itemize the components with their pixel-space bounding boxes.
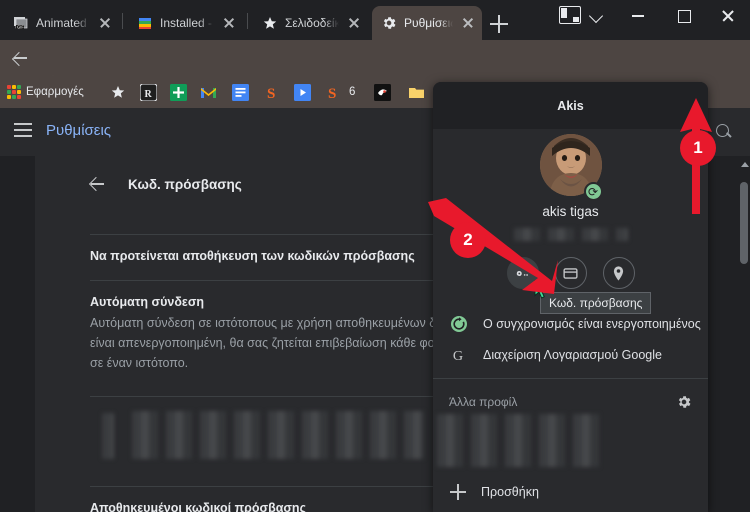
- media-control-icon[interactable]: [559, 6, 581, 24]
- close-icon[interactable]: [346, 15, 362, 31]
- hamburger-menu-icon[interactable]: [14, 123, 32, 137]
- tab-separator: [247, 13, 248, 29]
- page-title: Κωδ. πρόσβασης: [128, 176, 242, 192]
- page-scrollbar[interactable]: [738, 156, 750, 512]
- books-icon: [137, 15, 153, 31]
- svg-text:GIF: GIF: [17, 25, 24, 30]
- addresses-action-button[interactable]: [602, 257, 635, 289]
- apps-grid-icon: [7, 85, 21, 99]
- bookmark-item-skroutz[interactable]: S: [264, 82, 281, 102]
- minimize-button[interactable]: [615, 0, 660, 32]
- maximize-button[interactable]: [662, 0, 707, 32]
- back-arrow-icon[interactable]: [87, 174, 107, 194]
- plus-icon: [449, 483, 467, 501]
- sync-icon: [449, 314, 469, 334]
- skroutz-icon: S: [267, 86, 275, 101]
- google-g-icon: G: [449, 345, 469, 365]
- redacted-content: [132, 411, 424, 459]
- browser-window: GIF Animated G Installed - E: [0, 0, 750, 512]
- apps-label: Εφαρμογές: [26, 86, 84, 98]
- close-icon[interactable]: [460, 15, 476, 31]
- browser-toolbar: Chrome chrome://settings/... ★ IP X: [0, 40, 750, 112]
- close-window-button[interactable]: [705, 0, 750, 32]
- scroll-up-arrow[interactable]: [741, 162, 749, 167]
- r-icon: R: [140, 83, 157, 101]
- settings-title: Ρυθμίσεις: [46, 122, 112, 139]
- credit-card-icon: [563, 267, 578, 279]
- popup-divider: [433, 378, 708, 379]
- tab-separator: [122, 13, 123, 29]
- annotation-badge-1: 1: [680, 130, 716, 166]
- svg-text:S: S: [267, 86, 275, 101]
- manage-account-label: Διαχείριση Λογαριασμού Google: [483, 348, 662, 362]
- tab-animated-gif[interactable]: GIF Animated G: [4, 6, 119, 40]
- video-icon: [294, 83, 311, 101]
- profile-settings-gear-icon[interactable]: [676, 394, 692, 410]
- bookmark-item-star[interactable]: [110, 82, 126, 102]
- tab-label: Ρυθμίσεις -: [404, 16, 453, 30]
- annotation-arrow-2: [428, 198, 558, 294]
- new-tab-button[interactable]: [487, 12, 511, 36]
- svg-text:S: S: [328, 86, 336, 101]
- sheets-icon: [170, 83, 187, 101]
- apps-shortcut[interactable]: Εφαρμογές: [7, 82, 84, 102]
- skroutz-icon: S: [328, 86, 336, 101]
- location-pin-icon: [613, 265, 624, 281]
- add-profile-button[interactable]: Προσθήκη: [433, 478, 708, 506]
- tab-label: Σελιδοδείκ: [285, 16, 339, 30]
- bookmark-item-folder[interactable]: [408, 82, 425, 102]
- gif-icon: GIF: [13, 15, 29, 31]
- sync-icon: ⟳: [583, 182, 603, 201]
- gmail-icon: [201, 87, 216, 98]
- bookmark-item-ninja[interactable]: [374, 82, 391, 102]
- bookmark-label: 6: [349, 86, 356, 98]
- search-icon[interactable]: [716, 124, 732, 140]
- close-icon[interactable]: [221, 15, 237, 31]
- profile-header-title: Akis: [557, 98, 584, 113]
- redacted-content: [102, 413, 114, 459]
- other-profiles-label: Άλλα προφίλ: [449, 395, 518, 409]
- tab-label: Animated G: [36, 16, 90, 30]
- close-icon[interactable]: [97, 15, 113, 31]
- bookmark-item-gmail[interactable]: [200, 82, 217, 102]
- tab-settings[interactable]: Ρυθμίσεις -: [372, 6, 482, 40]
- other-profile-redacted[interactable]: [437, 414, 607, 467]
- tab-strip: GIF Animated G Installed - E: [0, 0, 750, 40]
- profile-popup-header: Akis: [433, 82, 708, 129]
- tab-installed[interactable]: Installed - E: [128, 6, 243, 40]
- bookmark-item-r[interactable]: R: [140, 82, 157, 102]
- doc-icon: [232, 83, 249, 101]
- gear-icon: [381, 15, 397, 31]
- svg-text:G: G: [452, 348, 462, 364]
- bookmark-item-keep[interactable]: [232, 82, 249, 102]
- folder-icon: [409, 87, 424, 98]
- tab-bookmarks[interactable]: Σελιδοδείκ: [253, 6, 368, 40]
- annotation-badge-2: 2: [450, 222, 486, 258]
- scrollbar-thumb[interactable]: [740, 182, 748, 264]
- tab-label: Installed - E: [160, 16, 214, 30]
- svg-text:R: R: [145, 88, 153, 99]
- bookmark-item-video[interactable]: [294, 82, 311, 102]
- ninja-icon: [374, 83, 391, 101]
- add-profile-label: Προσθήκη: [481, 485, 539, 499]
- bookmark-item-sheets[interactable]: [170, 82, 187, 102]
- manage-google-account-link[interactable]: G Διαχείριση Λογαριασμού Google: [433, 340, 708, 370]
- star-icon: [262, 15, 278, 31]
- sync-status-label: Ο συγχρονισμός είναι ενεργοποιημένος: [483, 317, 701, 331]
- back-icon[interactable]: [8, 46, 32, 70]
- chevron-down-icon[interactable]: [587, 6, 607, 26]
- bookmark-item-skroutz-2[interactable]: S 6: [325, 82, 355, 102]
- star-icon: [111, 86, 125, 98]
